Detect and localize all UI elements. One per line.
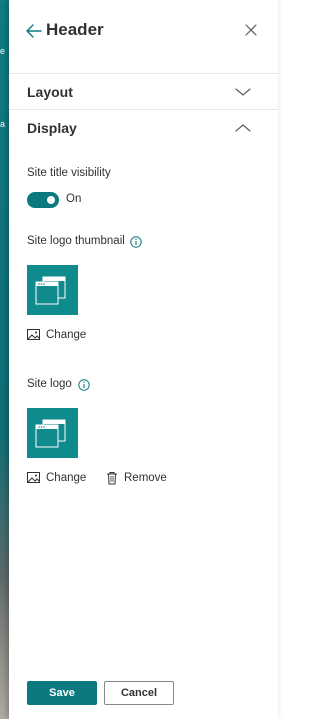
info-icon[interactable]	[78, 379, 90, 391]
site-logo-label: Site logo	[27, 378, 72, 390]
chevron-down-icon[interactable]	[235, 87, 251, 97]
site-title-visibility-toggle[interactable]	[27, 192, 59, 208]
image-icon	[27, 472, 40, 483]
toggle-state-text: On	[66, 193, 82, 205]
change-logo-button[interactable]: Change	[46, 472, 86, 484]
background-text-fragment: e	[0, 46, 6, 56]
change-thumbnail-button[interactable]: Change	[46, 329, 86, 341]
panel-header: Header	[9, 0, 278, 62]
section-layout-toggle[interactable]: Layout	[27, 84, 73, 100]
divider	[9, 109, 278, 110]
site-title-visibility-label: Site title visibility	[27, 167, 111, 179]
trash-icon	[107, 472, 117, 485]
save-button[interactable]: Save	[27, 681, 97, 705]
header-settings-panel: Header Layout Display Site title visibil…	[9, 0, 278, 719]
image-icon	[27, 329, 40, 340]
info-icon[interactable]	[130, 236, 142, 248]
arrow-left-icon[interactable]	[25, 22, 43, 40]
background-text-fragment: a	[0, 119, 6, 129]
divider	[9, 73, 278, 74]
background-page	[0, 0, 9, 719]
site-logo-image	[27, 408, 78, 458]
panel-title: Header	[46, 20, 104, 39]
window-placeholder-icon	[35, 419, 66, 448]
site-logo-thumbnail-image	[27, 265, 78, 315]
window-placeholder-icon	[35, 276, 66, 305]
chevron-up-icon[interactable]	[235, 123, 251, 133]
toggle-knob	[47, 196, 55, 204]
cancel-button[interactable]: Cancel	[104, 681, 174, 705]
remove-logo-button[interactable]: Remove	[124, 472, 167, 484]
close-icon[interactable]	[243, 22, 259, 38]
section-display-toggle[interactable]: Display	[27, 120, 77, 136]
site-logo-thumbnail-label: Site logo thumbnail	[27, 235, 125, 247]
